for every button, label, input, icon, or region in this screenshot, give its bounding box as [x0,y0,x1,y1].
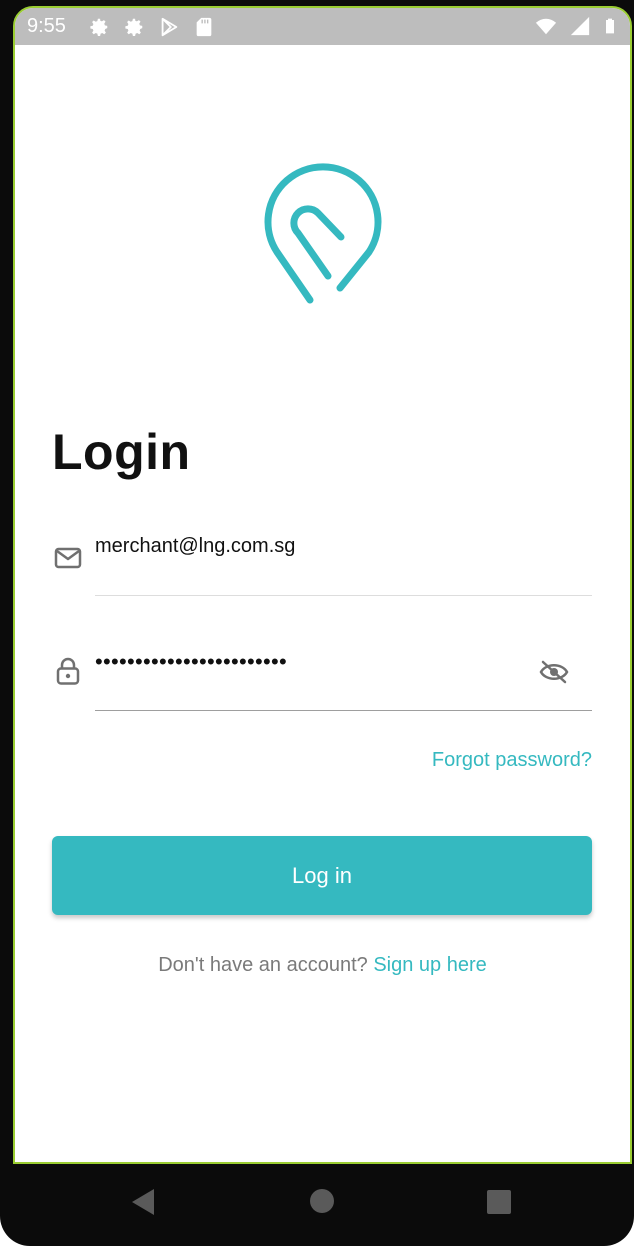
recents-square-icon[interactable] [486,1189,512,1215]
password-field[interactable] [95,647,592,677]
app-screen: 9:55 Login merchant@lng.com.sg •••••••••… [13,6,632,1164]
login-button[interactable]: Log in [52,836,592,915]
gear-icon [90,18,108,36]
status-notification-icons [87,16,216,38]
status-time: 9:55 [27,15,66,37]
battery-icon [606,18,614,34]
status-system-icons [534,15,618,37]
signup-prompt-row: Don't have an account? Sign up here [15,954,630,977]
lock-icon [56,657,80,685]
gear-icon [125,18,143,36]
system-nav-bar [0,1164,634,1246]
password-field-underline [95,710,592,711]
email-field[interactable] [95,532,592,560]
location-pin-logo [264,163,382,304]
status-bar: 9:55 [15,8,630,45]
device-frame: 9:55 Login merchant@lng.com.sg •••••••••… [0,0,634,1246]
signup-prompt-text: Don't have an account? [158,954,368,976]
mail-icon [54,547,82,569]
back-triangle-icon[interactable] [130,1188,156,1216]
signal-icon [570,16,590,36]
signup-link[interactable]: Sign up here [373,954,486,976]
page-title: Login [52,424,191,480]
sd-card-icon [196,17,212,37]
wifi-icon [535,18,557,35]
email-field-underline [95,595,592,596]
home-circle-icon[interactable] [309,1188,335,1214]
eye-off-icon[interactable] [539,659,569,685]
play-store-icon [161,17,178,37]
forgot-password-link[interactable]: Forgot password? [432,749,592,772]
